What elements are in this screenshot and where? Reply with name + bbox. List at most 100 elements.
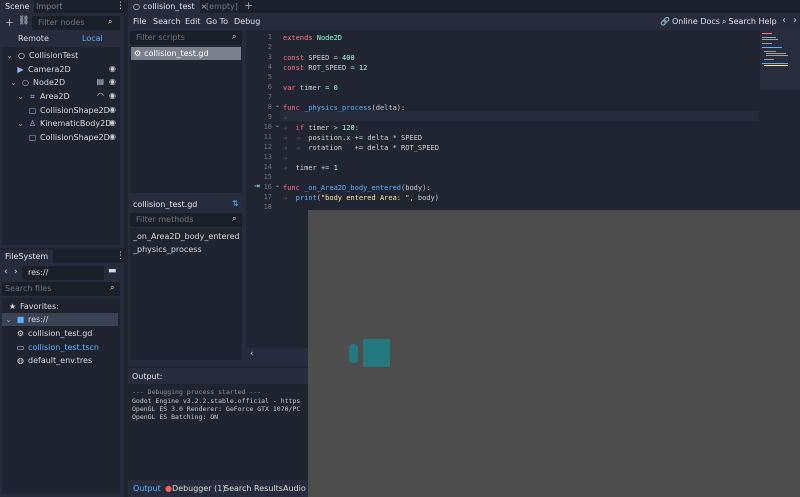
error-dot-icon: ● (165, 484, 172, 493)
file-tree: ★ Favorites: ⌄ ■ res:// ⚙ collision_test.gd … (2, 298, 120, 494)
tab-scene[interactable]: Scene (0, 0, 35, 13)
toggle-scripts-panel-icon[interactable]: ‹ (250, 349, 254, 359)
file-row-tscn[interactable]: ▭ collision_test.tscn (2, 341, 99, 354)
search-files-input[interactable]: Search files (2, 282, 120, 296)
file-row-tres[interactable]: ◍ default_env.tres (2, 354, 92, 367)
filter-nodes-input[interactable]: Filter nodes (32, 16, 120, 30)
filter-methods-input[interactable]: Filter methods (130, 213, 242, 227)
scene-dock: Scene Import ⋮ ＋ ⛓ Filter nodes ⌕ Remote… (0, 0, 125, 248)
area-sprite (363, 339, 390, 367)
tree-node-label: CollisionShape2D (40, 133, 110, 142)
script-item[interactable]: ⚙ collision_test.gd (131, 47, 241, 60)
code-line: ⇥ timer += 1 (283, 164, 338, 172)
dock-menu-icon[interactable]: ⋮ (116, 251, 125, 261)
bottom-tab-debugger[interactable]: ●Debugger (1) (165, 484, 225, 493)
fold-arrow-icon[interactable]: ⌄ (275, 182, 280, 189)
collapse-arrow-icon[interactable]: ⌄ (4, 313, 13, 326)
filesystem-dock: FileSystem ⋮ ‹ › res:// ▬ Search files ⌕… (0, 250, 125, 497)
gear-icon: ⚙ (134, 49, 142, 58)
mode-remote[interactable]: Remote (18, 34, 49, 43)
tree-node-collisionshape2d[interactable]: ▢ CollisionShape2D (2, 104, 110, 117)
folder-icon: ■ (16, 315, 25, 324)
node-icon: ○ (22, 78, 29, 87)
visibility-eye-icon[interactable]: ◉ (109, 64, 116, 73)
forward-arrow-icon[interactable]: › (14, 267, 18, 277)
line-number: 11 (263, 133, 272, 141)
mode-local[interactable]: Local (82, 34, 103, 43)
method-item[interactable]: _physics_process (133, 245, 202, 254)
signal-icon[interactable]: ◠ (97, 91, 104, 100)
line-number: 12 (263, 143, 272, 151)
visibility-eye-icon[interactable]: ◉ (109, 77, 116, 86)
visibility-eye-icon[interactable]: ◉ (109, 132, 116, 141)
code-line: ⇥ (283, 114, 288, 122)
sort-icon[interactable]: ⇅ (232, 199, 239, 208)
tree-node-collisiontest[interactable]: ⌄ ○ CollisionTest (2, 49, 78, 62)
visibility-eye-icon[interactable]: ◉ (109, 118, 116, 127)
collapse-arrow-icon[interactable]: ⌄ (9, 76, 18, 89)
favorites-row[interactable]: ★ Favorites: (2, 300, 59, 313)
code-minimap[interactable] (760, 30, 800, 90)
collapse-arrow-icon[interactable]: ⌄ (16, 117, 25, 130)
menu-search[interactable]: Search (153, 17, 180, 26)
search-icon: ⌕ (108, 17, 113, 26)
method-item[interactable]: _on_Area2D_body_entered (133, 232, 240, 241)
tree-node-node2d[interactable]: ⌄ ○ Node2D (2, 76, 65, 89)
menu-edit[interactable]: Edit (185, 17, 201, 26)
search-help-button[interactable]: ⌕ Search Help (722, 17, 777, 27)
tree-node-camera2d[interactable]: ▶ Camera2D (2, 63, 70, 76)
game-window[interactable] (308, 210, 800, 497)
help-icon: ⌕ (722, 17, 727, 26)
online-docs-label: Online Docs (671, 17, 720, 26)
folder-row-res[interactable]: ⌄ ■ res:// (2, 313, 118, 326)
visibility-eye-icon[interactable]: ◉ (109, 91, 116, 100)
tree-node-area2d[interactable]: ⌄ ⌗ Area2D (2, 90, 70, 103)
file-label: default_env.tres (28, 356, 93, 365)
menu-debug[interactable]: Debug (234, 17, 260, 26)
tab-filesystem[interactable]: FileSystem (0, 250, 54, 263)
line-number: 5 (267, 73, 272, 81)
bottom-tab-search-results[interactable]: Search Results (224, 484, 283, 493)
line-number: 8 (267, 103, 272, 111)
file-label: collision_test.tscn (28, 343, 99, 352)
dock-menu-icon[interactable]: ⋮ (116, 1, 125, 11)
next-script-icon[interactable]: › (793, 15, 797, 26)
link-icon[interactable]: ⛓ (18, 16, 29, 26)
line-number: 14 (263, 163, 272, 171)
output-line: Godot Engine v3.2.2.stable.official - ht… (132, 397, 301, 405)
collapse-arrow-icon[interactable]: ⌄ (16, 90, 25, 103)
tab-empty[interactable]: [empty] (206, 0, 238, 13)
line-number: 7 (267, 93, 272, 101)
code-line: ⇥ ⇥ rotation += delta * ROT_SPEED (283, 144, 439, 152)
bottom-tab-audio[interactable]: Audio (283, 484, 306, 493)
fold-arrow-icon[interactable]: ⌄ (275, 122, 280, 129)
path-field[interactable]: res:// (22, 266, 104, 280)
add-node-icon[interactable]: ＋ (5, 16, 14, 29)
minimap-line (764, 59, 774, 60)
menu-file[interactable]: File (133, 17, 146, 26)
tree-node-collisionshape2d[interactable]: ▢ CollisionShape2D (2, 131, 110, 144)
tab-collision-test[interactable]: ○ collision_test × (128, 0, 207, 13)
line-number: 17 (263, 193, 272, 201)
tree-node-kinematicbody2d[interactable]: ⌄ ♙ KinematicBody2D (2, 117, 111, 130)
online-docs-button[interactable]: 🔗 Online Docs (660, 17, 720, 26)
add-tab-icon[interactable]: + (244, 0, 253, 12)
menu-goto[interactable]: Go To (206, 17, 228, 26)
tab-import[interactable]: Import (31, 0, 68, 13)
collapse-arrow-icon[interactable]: ⌄ (5, 49, 14, 62)
bottom-tab-output[interactable]: Output (133, 484, 161, 493)
script-list (130, 46, 242, 193)
file-row-gd[interactable]: ⚙ collision_test.gd (2, 327, 92, 340)
fold-arrow-icon[interactable]: ⌄ (275, 102, 280, 109)
back-arrow-icon[interactable]: ‹ (4, 267, 8, 277)
camera-icon: ▶ (17, 65, 24, 74)
signal-connection-icon[interactable]: ⇥ (254, 182, 260, 190)
output-line: --- Debugging process started --- (132, 388, 262, 396)
split-view-icon[interactable]: ▬ (108, 266, 117, 276)
prev-script-icon[interactable]: ‹ (782, 15, 786, 26)
code-text: extends Node2D const SPEED = 400 const R… (283, 33, 753, 213)
filter-scripts-input[interactable]: Filter scripts (130, 31, 242, 45)
visibility-eye-icon[interactable]: ◉ (109, 105, 116, 114)
scene-tree: ⌄ ○ CollisionTest ▶ Camera2D ◉ ⌄ ○ Node2D ▤ ◉… (2, 47, 120, 245)
script-icon[interactable]: ▤ (96, 77, 104, 86)
